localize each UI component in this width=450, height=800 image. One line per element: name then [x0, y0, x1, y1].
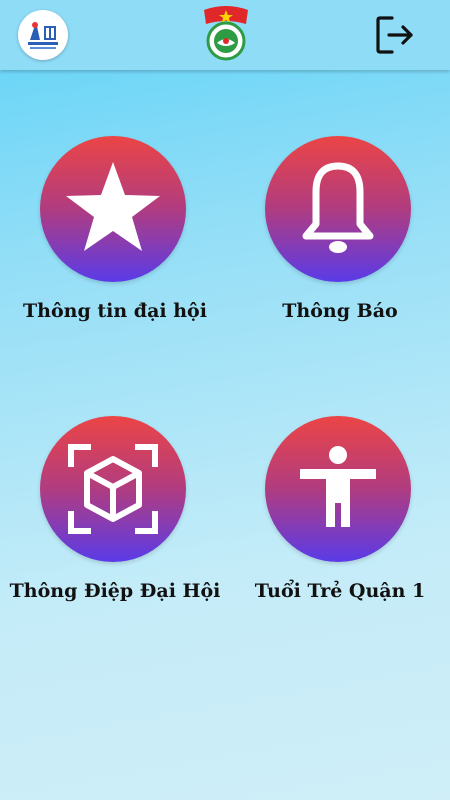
- menu-item-district1-youth[interactable]: Tuổi Trẻ Quận 1: [235, 416, 445, 616]
- menu-item-congress-message[interactable]: Thông Điệp Đại Hội: [10, 416, 220, 616]
- star-icon: [66, 162, 160, 251]
- bell-icon: [302, 162, 374, 253]
- menu-label: Tuổi Trẻ Quận 1: [254, 580, 426, 602]
- menu-item-announcements[interactable]: Thông Báo: [235, 136, 445, 336]
- logout-button[interactable]: [374, 14, 416, 56]
- logout-icon: [376, 16, 413, 54]
- dai-hoi-xiii-logo-icon[interactable]: [18, 10, 68, 60]
- menu-icon-circle: [265, 416, 411, 562]
- menu-icon-circle: [40, 416, 186, 562]
- youth-union-emblem-icon: [200, 4, 252, 62]
- menu-icon-circle: [265, 136, 411, 282]
- person-icon: [300, 446, 376, 527]
- menu-icon-circle: [40, 136, 186, 282]
- ar-cube-icon: [68, 444, 158, 534]
- menu-label: Thông Báo: [282, 300, 398, 322]
- menu-label: Thông tin đại hội: [23, 300, 207, 322]
- menu-label: Thông Điệp Đại Hội: [9, 580, 221, 602]
- menu-item-congress-info[interactable]: Thông tin đại hội: [10, 136, 220, 336]
- top-bar: [0, 0, 450, 70]
